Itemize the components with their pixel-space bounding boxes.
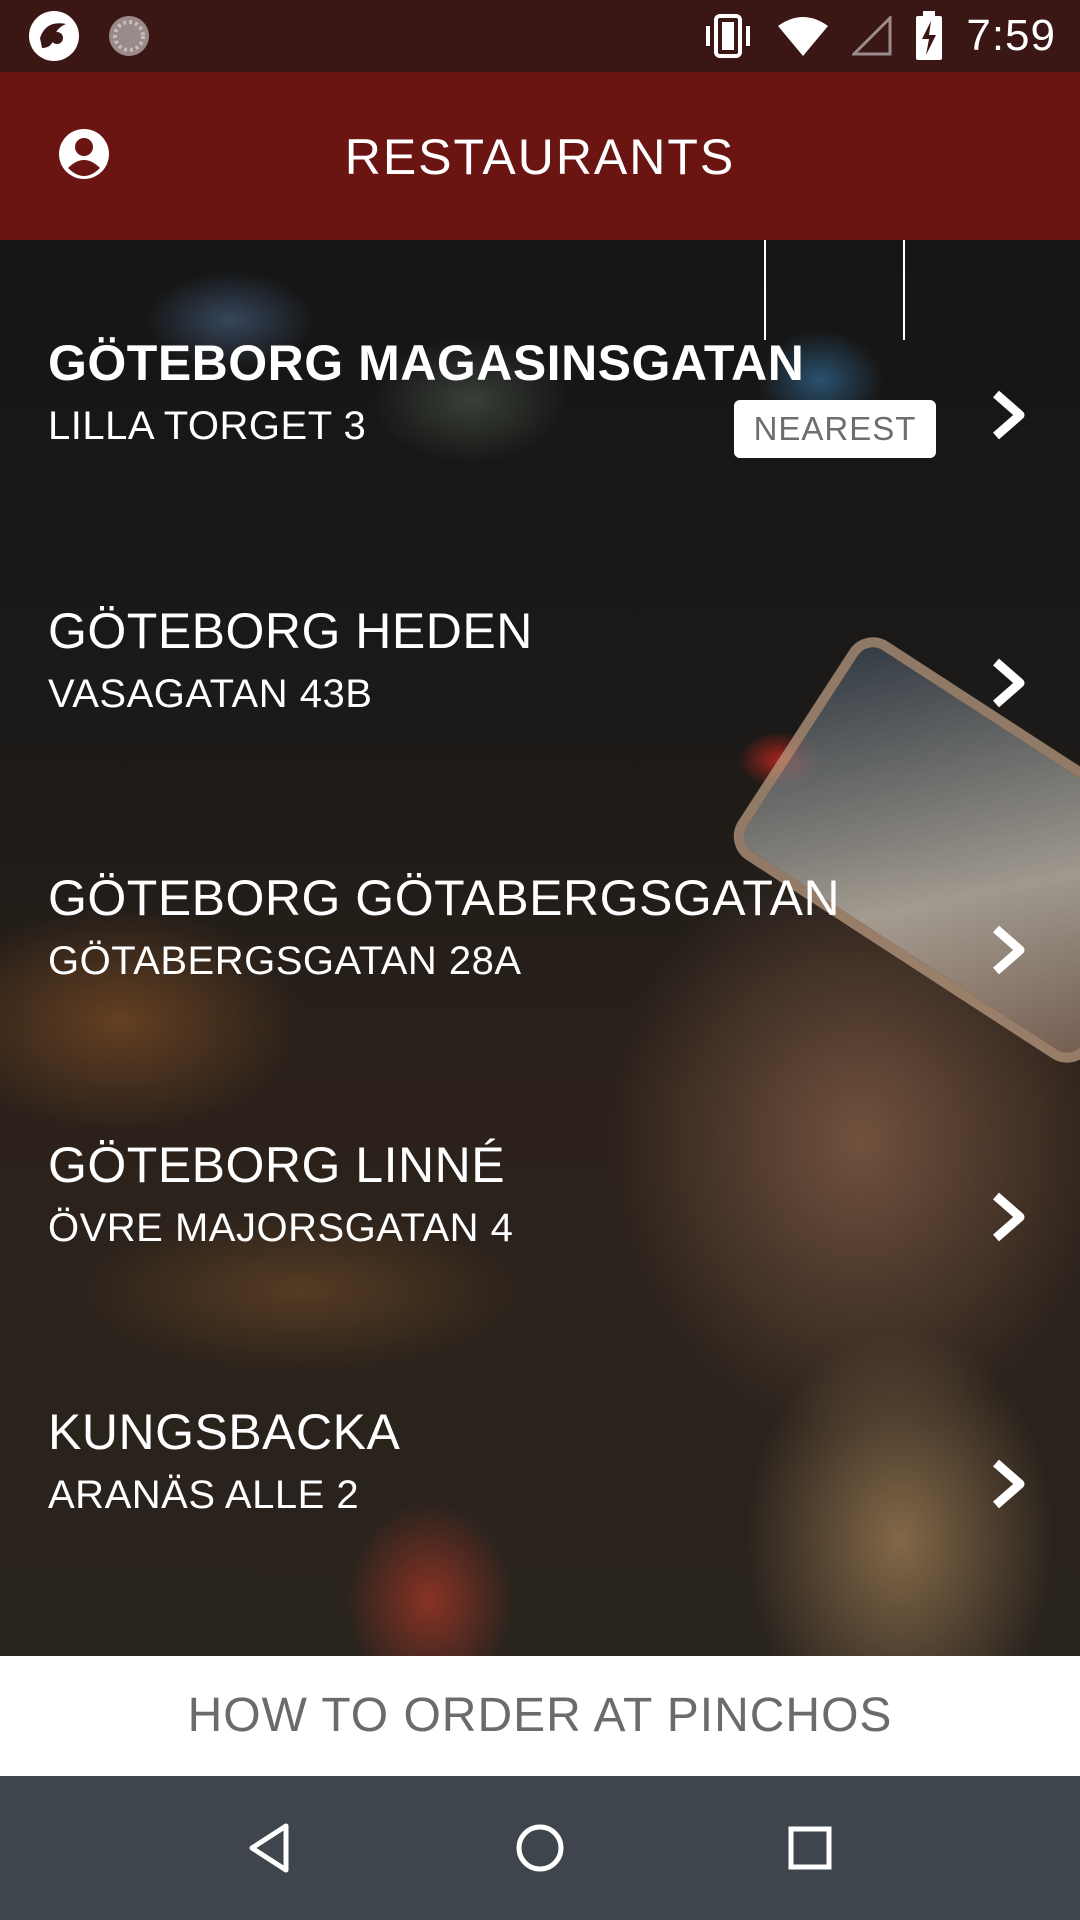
restaurant-item-linne[interactable]: GÖTEBORG LINNÉ ÖVRE MAJORSGATAN 4 [0, 1098, 1080, 1298]
chevron-right-icon [993, 1192, 1025, 1242]
restaurant-address: ÖVRE MAJORSGATAN 4 [48, 1206, 514, 1250]
page-title: RESTAURANTS [344, 129, 736, 185]
restaurant-name: GÖTEBORG HEDEN [48, 603, 533, 659]
restaurant-address: ARANÄS ALLE 2 [48, 1473, 360, 1517]
chevron-right-icon [993, 658, 1025, 708]
app-bar: RESTAURANTS [0, 72, 1080, 240]
loading-notification-icon [109, 16, 149, 56]
restaurant-item-kungsbacka[interactable]: KUNGSBACKA ARANÄS ALLE 2 [0, 1365, 1080, 1565]
chevron-right-icon [993, 925, 1025, 975]
wifi-icon [778, 17, 829, 56]
restaurant-name: KUNGSBACKA [48, 1404, 401, 1460]
home-circle-icon[interactable] [508, 1816, 572, 1880]
vibrate-icon [706, 14, 751, 58]
restaurant-name: GÖTEBORG LINNÉ [48, 1137, 506, 1193]
restaurant-name: GÖTEBORG GÖTABERGSGATAN [48, 870, 841, 926]
status-bar: 7:59 [0, 0, 1080, 72]
recents-square-icon[interactable] [778, 1816, 842, 1880]
nearest-badge: NEAREST [734, 400, 936, 458]
app-notification-icon [29, 11, 79, 61]
chevron-right-icon [993, 390, 1025, 440]
restaurant-item-magasinsgatan[interactable]: GÖTEBORG MAGASINSGATAN LILLA TORGET 3 NE… [0, 296, 1080, 496]
back-triangle-icon[interactable] [238, 1816, 302, 1880]
restaurant-item-gotabergsgatan[interactable]: GÖTEBORG GÖTABERGSGATAN GÖTABERGSGATAN 2… [0, 831, 1080, 1031]
system-nav-bar [0, 1776, 1080, 1920]
cell-signal-icon [852, 16, 892, 56]
status-notifications [26, 8, 152, 64]
battery-charging-icon [916, 11, 943, 60]
restaurant-item-heden[interactable]: GÖTEBORG HEDEN VASAGATAN 43B [0, 564, 1080, 764]
status-indicators: 7:59 [702, 6, 1056, 66]
restaurant-name: GÖTEBORG MAGASINSGATAN [48, 335, 805, 391]
restaurant-address: LILLA TORGET 3 [48, 404, 367, 448]
status-time: 7:59 [966, 11, 1056, 60]
restaurant-address: GÖTABERGSGATAN 28A [48, 939, 522, 983]
how-to-order-button[interactable]: HOW TO ORDER AT PINCHOS [0, 1656, 1080, 1776]
restaurant-address: VASAGATAN 43B [48, 672, 373, 716]
chevron-right-icon [993, 1459, 1025, 1509]
